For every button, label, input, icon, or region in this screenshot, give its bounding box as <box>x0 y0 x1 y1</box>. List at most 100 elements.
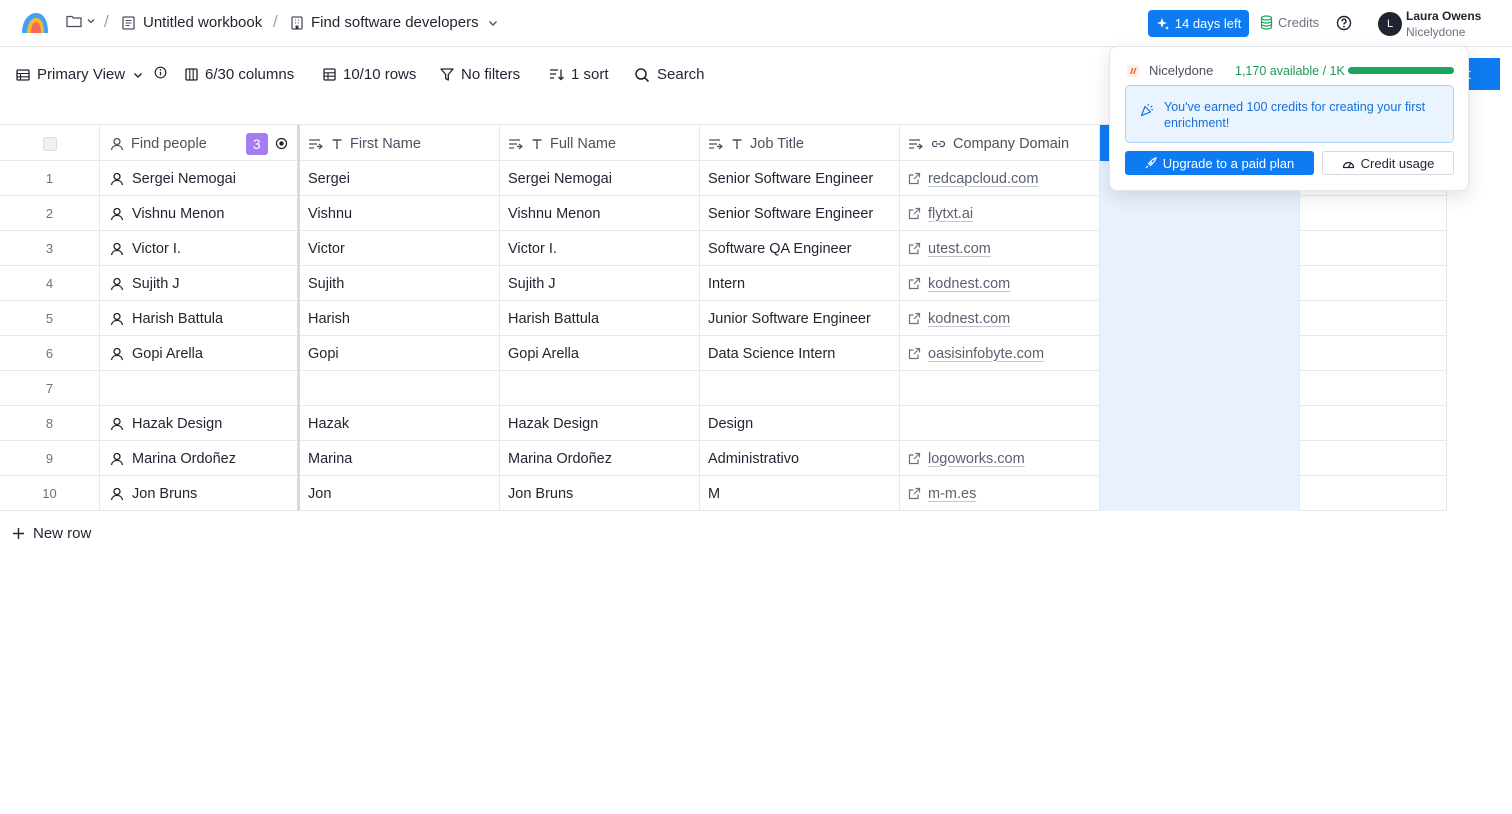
cell-find-people[interactable]: Jon Bruns <box>100 476 300 511</box>
cell-job-title[interactable]: M <box>700 476 900 511</box>
cell-empty[interactable] <box>1300 266 1447 301</box>
external-link-icon[interactable] <box>908 487 921 500</box>
domain-link[interactable]: kodnest.com <box>928 276 1010 292</box>
upgrade-button[interactable]: Upgrade to a paid plan <box>1125 151 1314 175</box>
view-selector[interactable]: Primary View <box>16 66 144 83</box>
cell-first-name[interactable]: Vishnu <box>300 196 500 231</box>
cell-empty[interactable] <box>1300 406 1447 441</box>
row-number[interactable]: 10 <box>0 476 100 511</box>
table-row[interactable]: 3 Victor I. Victor Victor I. Software QA Eng… <box>0 231 1447 266</box>
help-icon[interactable] <box>1336 15 1352 31</box>
table-row[interactable]: 10 Jon Bruns Jon Jon Bruns Mm-m.es <box>0 476 1447 511</box>
cell-find-people[interactable]: Sergei Nemogai <box>100 161 300 196</box>
row-number[interactable]: 8 <box>0 406 100 441</box>
cell-job-title[interactable]: Design <box>700 406 900 441</box>
cell-find-people[interactable]: Vishnu Menon <box>100 196 300 231</box>
table-row[interactable]: 7 <box>0 371 1447 406</box>
cell-full-name[interactable]: Sujith J <box>500 266 700 301</box>
row-number[interactable]: 6 <box>0 336 100 371</box>
cell-full-name[interactable]: Victor I. <box>500 231 700 266</box>
cell-first-name[interactable]: Gopi <box>300 336 500 371</box>
cell-first-name[interactable]: Sergei <box>300 161 500 196</box>
domain-link[interactable]: redcapcloud.com <box>928 171 1038 187</box>
cell-enrichment[interactable] <box>1100 336 1300 371</box>
cell-enrichment[interactable] <box>1100 371 1300 406</box>
credits-button[interactable]: Credits <box>1260 15 1319 30</box>
info-icon[interactable] <box>154 66 167 79</box>
search-button[interactable]: Search <box>634 66 705 83</box>
cell-empty[interactable] <box>1300 301 1447 336</box>
cell-job-title[interactable]: Administrativo <box>700 441 900 476</box>
column-header-company-domain[interactable]: Company Domain <box>900 125 1100 162</box>
breadcrumb-table[interactable]: Find software developers <box>291 14 499 31</box>
cell-enrichment[interactable] <box>1100 441 1300 476</box>
row-number[interactable]: 1 <box>0 161 100 196</box>
cell-enrichment[interactable] <box>1100 196 1300 231</box>
table-row[interactable]: 2 Vishnu Menon Vishnu Vishnu Menon Senior So… <box>0 196 1447 231</box>
cell-enrichment[interactable] <box>1100 231 1300 266</box>
row-number[interactable]: 4 <box>0 266 100 301</box>
cell-find-people[interactable]: Gopi Arella <box>100 336 300 371</box>
row-number[interactable]: 5 <box>0 301 100 336</box>
cell-full-name[interactable]: Marina Ordoñez <box>500 441 700 476</box>
cell-find-people[interactable] <box>100 371 300 406</box>
rows-button[interactable]: 10/10 rows <box>323 66 416 83</box>
cell-job-title[interactable]: Intern <box>700 266 900 301</box>
new-row-button[interactable]: New row <box>12 525 91 542</box>
cell-job-title[interactable]: Software QA Engineer <box>700 231 900 266</box>
trial-button[interactable]: 14 days left <box>1148 10 1249 37</box>
cell-full-name[interactable]: Gopi Arella <box>500 336 700 371</box>
cell-empty[interactable] <box>1300 476 1447 511</box>
cell-find-people[interactable]: Harish Battula <box>100 301 300 336</box>
domain-link[interactable]: flytxt.ai <box>928 206 973 222</box>
column-header-find-people[interactable]: Find people 3 <box>100 125 300 162</box>
cell-company-domain[interactable]: m-m.es <box>900 476 1100 511</box>
cell-full-name[interactable]: Vishnu Menon <box>500 196 700 231</box>
cell-enrichment[interactable] <box>1100 301 1300 336</box>
table-row[interactable]: 8 Hazak Design Hazak Hazak Design Design <box>0 406 1447 441</box>
cell-full-name[interactable]: Jon Bruns <box>500 476 700 511</box>
cell-company-domain[interactable]: logoworks.com <box>900 441 1100 476</box>
row-number[interactable]: 2 <box>0 196 100 231</box>
cell-company-domain[interactable]: kodnest.com <box>900 301 1100 336</box>
cell-first-name[interactable]: Harish <box>300 301 500 336</box>
table-row[interactable]: 6 Gopi Arella Gopi Gopi Arella Data Science … <box>0 336 1447 371</box>
cell-enrichment[interactable] <box>1100 266 1300 301</box>
cell-company-domain[interactable]: redcapcloud.com <box>900 161 1100 196</box>
row-number[interactable]: 7 <box>0 371 100 406</box>
cell-job-title[interactable]: Data Science Intern <box>700 336 900 371</box>
cell-company-domain[interactable]: kodnest.com <box>900 266 1100 301</box>
select-all-checkbox[interactable] <box>42 136 57 151</box>
cell-empty[interactable] <box>1300 336 1447 371</box>
cell-full-name[interactable] <box>500 371 700 406</box>
cell-job-title[interactable]: Senior Software Engineer <box>700 161 900 196</box>
external-link-icon[interactable] <box>908 277 921 290</box>
cell-full-name[interactable]: Sergei Nemogai <box>500 161 700 196</box>
domain-link[interactable]: logoworks.com <box>928 451 1025 467</box>
external-link-icon[interactable] <box>908 172 921 185</box>
row-number[interactable]: 9 <box>0 441 100 476</box>
breadcrumb-workbook[interactable]: Untitled workbook <box>122 14 262 31</box>
cell-full-name[interactable]: Harish Battula <box>500 301 700 336</box>
app-logo[interactable] <box>20 11 50 35</box>
cell-empty[interactable] <box>1300 441 1447 476</box>
cell-full-name[interactable]: Hazak Design <box>500 406 700 441</box>
avatar[interactable]: L <box>1378 12 1402 36</box>
cell-first-name[interactable]: Jon <box>300 476 500 511</box>
cell-first-name[interactable] <box>300 371 500 406</box>
cell-first-name[interactable]: Victor <box>300 231 500 266</box>
domain-link[interactable]: oasisinfobyte.com <box>928 346 1044 362</box>
cell-company-domain[interactable] <box>900 371 1100 406</box>
column-header-job-title[interactable]: Job Title <box>700 125 900 162</box>
target-icon[interactable] <box>275 137 288 150</box>
folder-menu[interactable] <box>66 14 96 28</box>
cell-job-title[interactable]: Junior Software Engineer <box>700 301 900 336</box>
cell-enrichment[interactable] <box>1100 406 1300 441</box>
domain-link[interactable]: m-m.es <box>928 486 976 502</box>
cell-find-people[interactable]: Victor I. <box>100 231 300 266</box>
domain-link[interactable]: kodnest.com <box>928 311 1010 327</box>
external-link-icon[interactable] <box>908 312 921 325</box>
column-header-full-name[interactable]: Full Name <box>500 125 700 162</box>
filter-button[interactable]: No filters <box>440 66 520 83</box>
cell-empty[interactable] <box>1300 231 1447 266</box>
